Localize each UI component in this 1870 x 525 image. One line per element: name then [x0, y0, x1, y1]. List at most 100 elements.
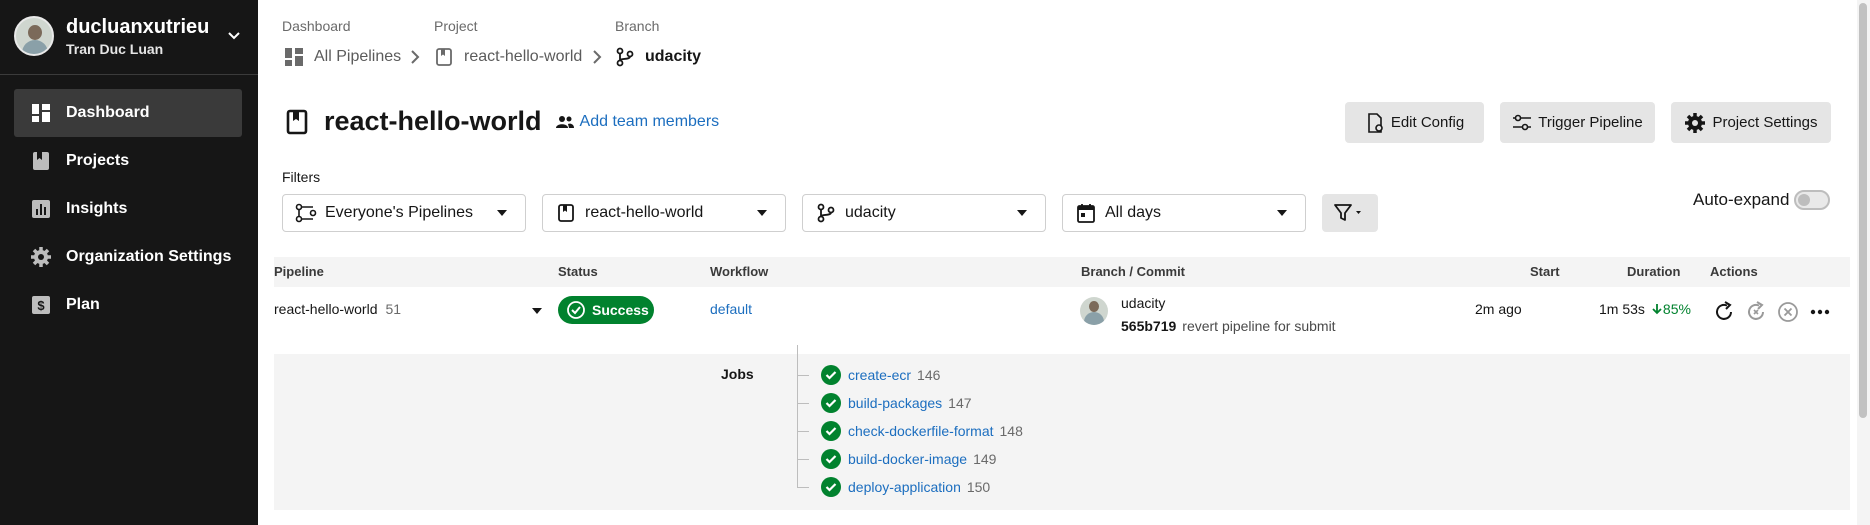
job-number: 148	[999, 423, 1023, 439]
job-name[interactable]: build-docker-image 149	[848, 451, 996, 467]
job-item[interactable]: build-packages147 30s	[797, 391, 1870, 415]
pipelines-icon	[295, 202, 317, 224]
cancel-button[interactable]	[1776, 300, 1800, 324]
projects-icon	[30, 150, 52, 172]
start-time: 2m ago	[1475, 301, 1522, 317]
chevron-right-icon	[593, 50, 602, 64]
svg-text:$: $	[37, 298, 45, 313]
username: ducluanxutrieu	[66, 16, 210, 38]
pipeline-number: 51	[385, 301, 402, 317]
dashboard-icon	[284, 47, 304, 67]
add-team-members-link[interactable]: Add team members	[555, 112, 720, 131]
chevron-right-icon	[411, 50, 420, 64]
job-item[interactable]: create-ecr146 11s	[797, 363, 1870, 387]
breadcrumb-branch[interactable]: udacity	[615, 47, 701, 67]
sidebar-item-insights[interactable]: Insights	[14, 185, 242, 233]
sidebar-item-plan[interactable]: $ Plan	[14, 281, 242, 329]
sidebar-item-label: Organization Settings	[66, 248, 232, 265]
caret-down-icon	[757, 210, 767, 216]
table-header: Pipeline Status Workflow Branch / Commit…	[274, 257, 1850, 287]
breadcrumb-text: udacity	[645, 48, 702, 65]
breadcrumb-project[interactable]: react-hello-world	[434, 47, 582, 67]
tree-connector	[797, 459, 809, 460]
main-content: Dashboard Project Branch All Pipelines r…	[258, 0, 1850, 525]
branch-icon	[615, 47, 635, 67]
sidebar-item-organization-settings[interactable]: Organization Settings	[14, 233, 242, 281]
auto-expand-toggle[interactable]	[1794, 190, 1830, 210]
calendar-icon	[1075, 202, 1097, 224]
page-title: react-hello-world	[324, 106, 542, 136]
success-check-icon	[821, 421, 841, 441]
column-header-branch-commit: Branch / Commit	[1081, 264, 1186, 279]
gear-icon	[1685, 112, 1706, 133]
trigger-pipeline-label: Trigger Pipeline	[1538, 114, 1643, 131]
sidebar-item-projects[interactable]: Projects	[14, 137, 242, 185]
job-number: 149	[973, 451, 997, 467]
page-header: react-hello-world Add team members	[286, 106, 719, 137]
project-settings-label: Project Settings	[1712, 114, 1818, 131]
more-actions-button[interactable]	[1808, 300, 1832, 324]
more-horizontal-icon	[1810, 309, 1830, 315]
commit-branch[interactable]: udacity	[1121, 295, 1165, 311]
job-item[interactable]: check-dockerfile-format148 14s	[797, 419, 1870, 443]
status-badge[interactable]: Success	[558, 296, 654, 324]
project-settings-button[interactable]: Project Settings	[1671, 102, 1831, 143]
tree-connector	[797, 431, 809, 432]
commit-author-avatar	[1080, 297, 1108, 325]
sidebar-item-label: Projects	[66, 152, 130, 169]
success-check-icon	[821, 477, 841, 497]
caret-down-icon	[1277, 210, 1287, 216]
duration: 1m 53s 85%	[1599, 301, 1691, 317]
job-name[interactable]: create-ecr 146	[848, 367, 940, 383]
filter-funnel-icon	[1334, 204, 1361, 221]
pipeline-name[interactable]: react-hello-world 51	[274, 301, 401, 317]
trigger-pipeline-button[interactable]: Trigger Pipeline	[1500, 102, 1655, 143]
job-name[interactable]: check-dockerfile-format 148	[848, 423, 1023, 439]
rerun-icon	[1716, 301, 1732, 320]
breadcrumb-text: All Pipelines	[314, 48, 402, 65]
sidebar-item-label: Dashboard	[66, 104, 150, 121]
job-name[interactable]: build-packages 147	[848, 395, 972, 411]
job-name[interactable]: deploy-application 150	[848, 479, 990, 495]
job-item[interactable]: deploy-application150 19s	[797, 475, 1870, 499]
column-header-workflow: Workflow	[710, 264, 769, 279]
check-circle-icon	[567, 301, 585, 319]
add-team-label: Add team members	[579, 112, 720, 130]
gear-icon	[30, 246, 52, 268]
expand-caret-icon[interactable]	[532, 308, 542, 314]
scrollbar-thumb[interactable]	[1859, 3, 1867, 418]
dashboard-icon	[30, 102, 52, 124]
people-icon	[555, 115, 574, 128]
chevron-down-icon[interactable]	[224, 26, 244, 46]
branch-icon	[815, 202, 837, 224]
duration-change: 85%	[1651, 301, 1691, 317]
auto-expand-label: Auto-expand	[1693, 190, 1790, 209]
sidebar-item-dashboard[interactable]: Dashboard	[14, 89, 242, 137]
column-header-pipeline: Pipeline	[274, 264, 324, 279]
workflow-link[interactable]: default	[710, 301, 752, 317]
rerun-button[interactable]	[1712, 300, 1736, 324]
branch-filter-select[interactable]: udacity	[802, 194, 1046, 232]
rerun-failed-button[interactable]	[1744, 300, 1768, 324]
edit-config-label: Edit Config	[1390, 114, 1465, 131]
advanced-filter-button[interactable]	[1322, 194, 1378, 232]
page-scrollbar[interactable]	[1857, 0, 1870, 525]
column-header-duration: Duration	[1627, 264, 1681, 279]
success-check-icon	[821, 393, 841, 413]
app: ducluanxutrieu Tran Duc Luan Dashboard P…	[0, 0, 1870, 525]
date-filter-select[interactable]: All days	[1062, 194, 1306, 232]
job-item[interactable]: build-docker-image149 31s	[797, 447, 1870, 471]
project-filter-select[interactable]: react-hello-world	[542, 194, 786, 232]
arrow-down-icon	[1652, 304, 1662, 315]
user-menu[interactable]: ducluanxutrieu Tran Duc Luan	[14, 16, 246, 58]
pipelines-filter-select[interactable]: Everyone's Pipelines	[282, 194, 526, 232]
commit-info[interactable]: 565b719 revert pipeline for submit	[1121, 318, 1336, 334]
breadcrumb-all-pipelines[interactable]: All Pipelines	[284, 47, 401, 67]
edit-config-button[interactable]: Edit Config	[1345, 102, 1484, 143]
sidebar-item-label: Plan	[66, 296, 100, 313]
breadcrumb-label-branch: Branch	[615, 18, 660, 34]
cancel-icon	[1778, 302, 1798, 322]
project-icon	[286, 109, 308, 134]
avatar	[14, 16, 54, 56]
breadcrumb-label-project: Project	[434, 18, 478, 34]
